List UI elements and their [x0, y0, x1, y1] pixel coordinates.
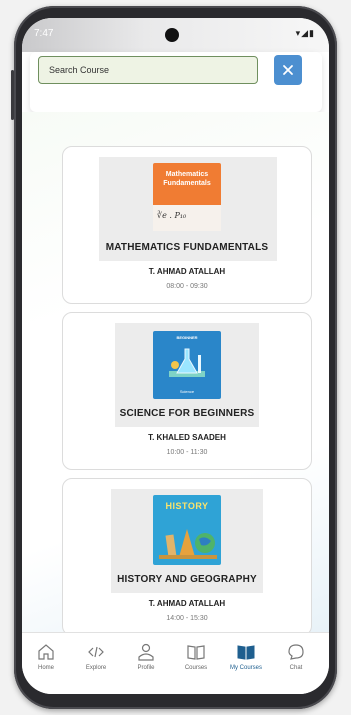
status-icons: ▾◢▮ [295, 28, 315, 38]
course-time: 10:00 - 11:30 [166, 449, 208, 456]
nav-profile[interactable]: Profile [124, 643, 168, 671]
science-cover-bottom-text: Science [179, 389, 195, 394]
nav-my-courses[interactable]: My Courses [224, 643, 268, 671]
nav-label: Profile [137, 665, 155, 671]
nav-courses[interactable]: Courses [174, 643, 218, 671]
math-cover-image: Mathematics Fundamentals ∛e . P₁₀ [153, 163, 221, 231]
math-cover-formula: ∛e . P₁₀ [157, 211, 187, 220]
search-input[interactable] [38, 56, 258, 84]
person-icon [138, 643, 154, 661]
course-card[interactable]: HISTORY HISTORY AND GEOGRAPHY T. AHMAD A… [62, 478, 312, 636]
flask-icon [169, 348, 205, 377]
clear-search-button[interactable] [274, 55, 302, 85]
code-icon [88, 646, 104, 658]
course-teacher: T. AHMAD ATALLAH [148, 267, 226, 276]
course-title: HISTORY AND GEOGRAPHY [117, 574, 257, 585]
course-title: MATHEMATICS FUNDAMENTALS [105, 242, 269, 253]
course-time: 14:00 - 15:30 [166, 615, 208, 622]
math-cover-text: Mathematics Fundamentals [163, 171, 211, 187]
course-card[interactable]: BEGINNER Science SCIENCE FOR BEGINNERS T… [62, 312, 312, 470]
nav-label: Home [37, 665, 54, 671]
science-cover-top-text: BEGINNER [176, 335, 198, 340]
course-teacher: T. AHMAD ATALLAH [148, 599, 226, 608]
science-cover-image: BEGINNER Science [153, 331, 221, 399]
history-cover-text: HISTORY [165, 501, 209, 511]
open-book-icon [187, 645, 205, 660]
search-panel [30, 52, 322, 112]
course-title: SCIENCE FOR BEGINNERS [119, 408, 255, 419]
course-list[interactable]: Mathematics Fundamentals ∛e . P₁₀ MATHEM… [22, 112, 329, 694]
course-time: 08:00 - 09:30 [166, 283, 208, 290]
bottom-navigation: Home Explore Profile Courses My Courses … [22, 632, 329, 694]
book-filled-icon [237, 645, 255, 660]
course-card[interactable]: Mathematics Fundamentals ∛e . P₁₀ MATHEM… [62, 146, 312, 304]
front-camera [165, 28, 179, 42]
nav-explore[interactable]: Explore [74, 643, 118, 671]
volume-button [11, 70, 14, 120]
close-icon [283, 65, 293, 75]
status-time: 7:47 [34, 28, 54, 39]
home-icon [38, 644, 54, 660]
nav-label: Courses [184, 665, 208, 671]
nav-label: Chat [289, 665, 303, 671]
chat-bubble-icon [288, 644, 304, 660]
app-screen: 7:47 ▾◢▮ Mathematics Fundamentals ∛e . P… [22, 18, 329, 694]
history-cover-image: HISTORY [153, 495, 221, 565]
landmarks-icon [159, 529, 217, 559]
nav-label: My Courses [229, 665, 262, 671]
nav-home[interactable]: Home [24, 643, 68, 671]
nav-chat[interactable]: Chat [274, 643, 318, 671]
course-teacher: T. KHALED SAADEH [148, 433, 226, 442]
nav-label: Explore [85, 665, 107, 671]
